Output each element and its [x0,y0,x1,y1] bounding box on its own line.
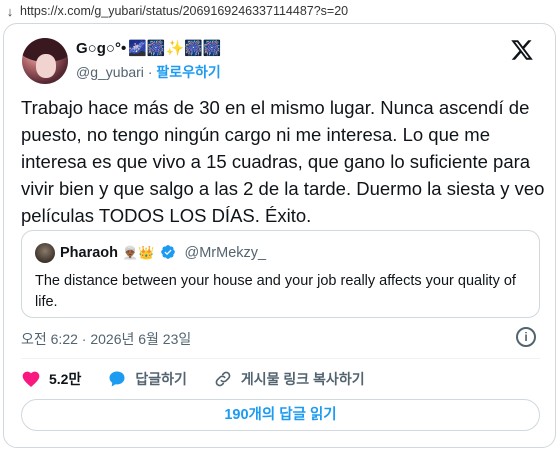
tweet-timestamp[interactable]: 오전 6:22 · 2026년 6월 23일 [21,329,191,349]
quoted-tweet-text: The distance between your house and your… [35,273,516,310]
verified-badge-icon [161,245,176,259]
link-icon [215,371,231,387]
quoted-author-emojis: 👳🏾‍♂️👑 [122,245,155,260]
url-text[interactable]: https://x.com/g_yubari/status/2069169246… [20,4,348,18]
heart-icon [22,371,40,387]
reply-button[interactable]: 답글하기 [107,369,187,389]
quoted-tweet[interactable]: Pharaoh 👳🏾‍♂️👑 @MrMekzy_ The distance be… [21,230,540,318]
info-icon[interactable]: i [516,327,536,347]
read-replies-button[interactable]: 190개의 답글 읽기 [21,399,540,431]
tweet-text: Trabajo hace más de 30 en el mismo lugar… [21,97,545,226]
quoted-author-name[interactable]: Pharaoh [60,245,118,261]
copy-link-button[interactable]: 게시물 링크 복사하기 [213,369,365,389]
author-avatar[interactable] [22,38,68,84]
browser-url-bar[interactable]: ↓ https://x.com/g_yubari/status/20691692… [0,0,560,22]
reply-bubble-icon [109,371,125,387]
follow-button[interactable]: 팔로우하기 [156,64,220,80]
quoted-author-row: Pharaoh 👳🏾‍♂️👑 @MrMekzy_ [60,244,266,261]
like-button[interactable]: 5.2만 [21,369,81,389]
action-bar: 5.2만 답글하기 게시물 링크 복사하기 [21,367,391,391]
quoted-author-avatar[interactable] [35,243,55,263]
quoted-author-handle[interactable]: @MrMekzy_ [184,245,266,261]
tweet-card: G○g○°• 🌌🎆✨🎆🎆 @g_yubari · 팔로우하기 Trabajo ha… [3,23,556,448]
download-arrow-icon[interactable]: ↓ [0,4,20,19]
author-handle-row: @g_yubari · 팔로우하기 [76,62,221,82]
author-name-text[interactable]: G○g○°• [76,40,126,57]
like-count: 5.2만 [49,371,82,387]
author-handle[interactable]: @g_yubari [76,64,144,80]
copy-link-label: 게시물 링크 복사하기 [240,371,365,387]
author-display-name[interactable]: G○g○°• 🌌🎆✨🎆🎆 [76,39,222,57]
author-name-emojis: 🌌🎆✨🎆🎆 [128,40,222,57]
reply-label: 답글하기 [135,371,187,387]
separator-dot: · [147,64,153,80]
x-logo-icon[interactable] [509,38,535,62]
divider [21,358,540,359]
